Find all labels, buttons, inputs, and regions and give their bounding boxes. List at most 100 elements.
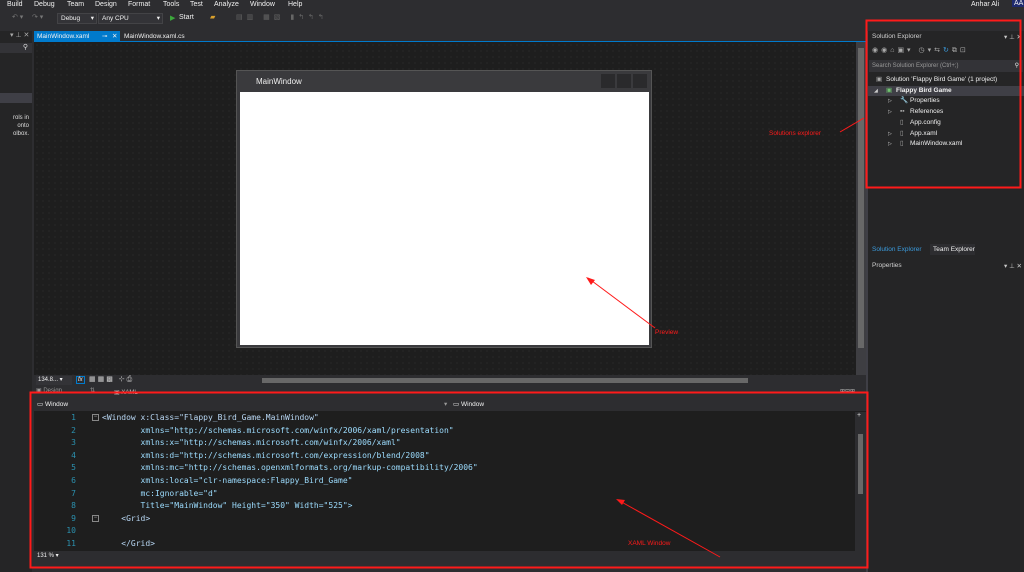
editor-vscrollbar[interactable]: + (855, 412, 866, 551)
view-tabs: ▣ Design ⇅ ▣ XAML ⊞⊟⊞ (34, 387, 866, 397)
platform-value: Any CPU (102, 15, 129, 22)
toolbox-hint: rols in (12, 115, 29, 121)
config-value: Debug (61, 15, 81, 22)
line-number: 2 (71, 425, 76, 435)
chevron-down-icon[interactable]: ▾ (444, 398, 447, 411)
preview-window[interactable]: MainWindow (236, 70, 652, 348)
user-avatar[interactable]: AA (1012, 0, 1024, 7)
menu-team[interactable]: Team (67, 1, 84, 8)
code-line[interactable]: <Window x:Class="Flappy_Bird_Game.MainWi… (102, 413, 319, 423)
menu-debug[interactable]: Debug (34, 1, 55, 8)
config-select[interactable]: Debug ▾ (57, 13, 97, 24)
tree-item-label: Flappy Bird Game (896, 86, 952, 94)
preview-content (240, 92, 649, 345)
expand-icon[interactable]: ▷ (888, 139, 892, 149)
menu-build[interactable]: Build (7, 1, 23, 8)
toolbox-controls[interactable]: ▾ ⊥ ✕ (10, 31, 29, 39)
tree-item[interactable]: ▷ ▯ MainWindow.xaml (868, 139, 1024, 149)
collapse-icon[interactable]: − (92, 414, 99, 421)
file-icon: ▯ (900, 129, 904, 137)
redo-icon[interactable]: ↷ ▾ (32, 13, 43, 21)
file-icon: 🔧 (900, 97, 909, 105)
tree-item-label: MainWindow.xaml (910, 140, 963, 148)
panel-controls[interactable]: ▾ ⊥ ✕ (1004, 33, 1022, 41)
platform-select[interactable]: Any CPU ▾ (98, 13, 163, 24)
tree-item[interactable]: ▷ ▯ App.xaml (868, 129, 1024, 139)
solutions-explorer-label: Solutions explorer (769, 130, 822, 137)
collapse-icon[interactable]: − (92, 514, 99, 522)
expand-icon[interactable]: ▷ (888, 129, 892, 139)
right-scope-select[interactable]: ▭ Window (453, 398, 484, 411)
menu-format[interactable]: Format (128, 1, 150, 8)
line-number: 1 (71, 413, 76, 422)
expand-icon[interactable]: ▷ (888, 96, 892, 106)
undo-icon[interactable]: ↶ ▾ (12, 13, 23, 21)
designer-vscrollbar[interactable] (856, 42, 866, 375)
code-line[interactable]: xmlns:mc="http://schemas.openxmlformats.… (102, 463, 478, 473)
designer-zoom-select[interactable]: 134.8... ▾ (36, 376, 72, 385)
tab-team-explorer[interactable]: Team Explorer (930, 244, 975, 255)
preview-label: Preview (655, 329, 679, 336)
code-line[interactable]: xmlns="http://schemas.microsoft.com/winf… (102, 426, 454, 436)
tree-item[interactable]: ▣ Solution 'Flappy Bird Game' (1 project) (868, 75, 1024, 85)
swap-icon[interactable]: ⇅ (90, 387, 95, 394)
tree-item[interactable]: ◢ ▣ Flappy Bird Game (868, 85, 1024, 96)
code-line[interactable]: </Grid> (102, 539, 155, 549)
properties-header: Properties ▾ ⊥ ✕ (872, 262, 1022, 270)
line-number: 5 (71, 463, 76, 473)
code-line[interactable]: <Grid> (102, 514, 150, 524)
right-panel: Solution Explorer ▾ ⊥ ✕ ◉◉⌂▣▾ ◷▾⇆↻⧉⊡ Sear… (868, 31, 1024, 572)
toolbox-search[interactable]: ⚲ (0, 43, 32, 53)
solution-explorer-header: Solution Explorer ▾ ⊥ ✕ (872, 33, 1022, 41)
design-surface[interactable]: MainWindow (34, 42, 856, 375)
code-line[interactable]: mc:Ignorable="d" (102, 489, 218, 499)
menu-design[interactable]: Design (95, 1, 117, 8)
play-icon[interactable]: ▶ (170, 14, 175, 22)
splitter[interactable] (866, 31, 868, 572)
tab-design[interactable]: ▣ Design (36, 387, 62, 394)
expand-icon[interactable]: ◢ (874, 86, 878, 96)
start-button[interactable]: Start (179, 14, 194, 21)
tab-label: MainWindow.xaml (37, 33, 90, 40)
tab-solution-explorer[interactable]: Solution Explorer (872, 244, 922, 255)
add-icon[interactable]: + (857, 412, 861, 419)
line-number: 9 (71, 513, 76, 523)
code-line[interactable]: xmlns:d="http://schemas.microsoft.com/ex… (102, 451, 430, 461)
tree-item-label: Properties (910, 97, 940, 105)
file-icon: ▪▪ (900, 108, 905, 116)
search-icon[interactable]: ⚲ (1015, 60, 1019, 72)
tab-xaml[interactable]: ▣ XAML (114, 389, 138, 396)
menu-analyze[interactable]: Analyze (214, 1, 239, 8)
code-line[interactable]: xmlns:x="http://schemas.microsoft.com/wi… (102, 438, 401, 448)
solution-explorer-toolbar[interactable]: ◉◉⌂▣▾ ◷▾⇆↻⧉⊡ (872, 46, 969, 55)
designer-hscrollbar[interactable] (262, 378, 748, 383)
search-placeholder: Search Solution Explorer (Ctrl+;) (872, 63, 959, 69)
xaml-editor[interactable]: ▭ Window ▾ ▭ Window 1 <Window x:Class="Fl… (34, 398, 866, 561)
tree-item[interactable]: ▷ 🔧 Properties (868, 96, 1024, 106)
split-icons[interactable]: ⊞⊟⊞ (840, 388, 855, 395)
menu-help[interactable]: Help (288, 1, 302, 8)
folder-icon[interactable]: ▰ (210, 13, 215, 21)
user-name[interactable]: Anhar Ali (971, 1, 999, 8)
code-line[interactable]: Title="MainWindow" Height="350" Width="5… (102, 501, 353, 511)
menu-window[interactable]: Window (250, 1, 275, 8)
tree-item[interactable]: ▷ ▪▪ References (868, 107, 1024, 117)
menu-tools[interactable]: Tools (163, 1, 179, 8)
editor-zoom-select[interactable]: 131 % ▾ (37, 551, 59, 561)
menu-test[interactable]: Test (190, 1, 203, 8)
zoom-value: 134.8... (38, 377, 59, 383)
line-number: 4 (71, 450, 76, 460)
panel-controls[interactable]: ▾ ⊥ ✕ (1004, 262, 1022, 270)
code-line[interactable]: xmlns:local="clr-namespace:Flappy_Bird_G… (102, 476, 353, 486)
designer-zoom-bar: 134.8... ▾ fx ▦▦▩ ⊹⎙ (34, 375, 866, 386)
expand-icon[interactable]: ▷ (888, 107, 892, 117)
toolbar: ↶ ▾ ↷ ▾ Debug ▾ Any CPU ▾ ▶ Start ▰ ▤▥ ▦▧… (0, 11, 1024, 27)
grid-toggle-icons[interactable]: ▦▦▩ ⊹⎙ (89, 375, 134, 384)
solution-explorer-title: Solution Explorer (872, 33, 922, 40)
solution-search-input[interactable]: Search Solution Explorer (Ctrl+;) ⚲ (869, 60, 1023, 72)
line-number: 7 (71, 488, 76, 498)
tree-item[interactable]: ▯ App.config (868, 118, 1024, 128)
left-scope-select[interactable]: ▭ Window (37, 398, 68, 411)
formula-button[interactable]: fx (76, 376, 85, 384)
tree-item-label: References (910, 108, 944, 116)
